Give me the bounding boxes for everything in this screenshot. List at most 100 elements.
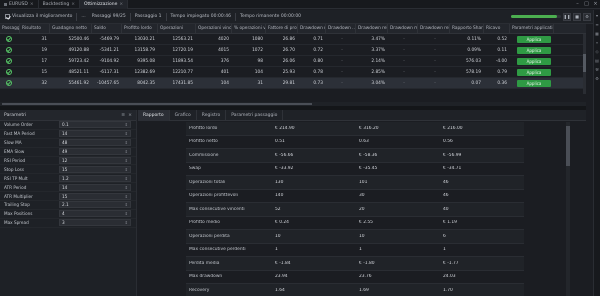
param-value-field[interactable]: 2.1 ⇕	[59, 201, 131, 209]
table-row[interactable]: 31 52500.46 -5469.79 13030.21 12563.21 4…	[0, 34, 586, 45]
report-scrollbar[interactable]	[566, 122, 570, 296]
settings-icon[interactable]: ⚙	[594, 75, 600, 82]
scrollbar-thumb[interactable]	[583, 54, 586, 72]
col-header[interactable]: % operazioni vin...	[232, 24, 266, 33]
apply-button[interactable]: Applica	[517, 79, 551, 87]
tools-icon[interactable]: ⚒	[594, 66, 600, 73]
grid-icon[interactable]: ▤	[594, 57, 600, 64]
spinner-icon[interactable]: ⇕	[125, 122, 128, 127]
spinner-icon[interactable]: ⇕	[125, 131, 128, 136]
close-icon[interactable]: ×	[30, 2, 34, 7]
apply-button[interactable]: Applica	[517, 46, 551, 54]
param-row: ATR Period 14 ⇕	[0, 183, 136, 193]
scrollbar-thumb[interactable]	[2, 103, 312, 105]
apply-cell: Applica	[510, 45, 554, 55]
close-icon[interactable]: ×	[119, 2, 123, 7]
maximize-icon[interactable]: □	[582, 0, 591, 9]
spinner-icon[interactable]: ⇕	[125, 202, 128, 207]
pass-ok-cell	[0, 78, 20, 88]
spinner-icon[interactable]: ⇕	[125, 194, 128, 199]
cell-dd: -	[434, 69, 436, 75]
close-icon[interactable]: ×	[71, 2, 75, 7]
results-header-row: Passaggio Risultato Guadagno netto Saldo…	[0, 24, 586, 34]
col-header[interactable]: Drawdown max...	[388, 24, 418, 33]
cell-trades: 401	[220, 69, 229, 75]
col-header[interactable]: Guadagno netto	[50, 24, 92, 33]
apply-button[interactable]: Applica	[517, 68, 551, 76]
tab-chart[interactable]: Grafico	[170, 109, 197, 121]
col-header[interactable]: Operazioni	[158, 24, 196, 33]
cell-dd: -	[403, 36, 405, 42]
report-row: Max consecutive vincenti 52 20 40	[186, 203, 524, 217]
col-header[interactable]: Operazioni vinc...	[196, 24, 232, 33]
col-header[interactable]: Drawdown ...	[326, 24, 356, 33]
cell-sharpe: 0.79	[497, 69, 507, 75]
param-value-field[interactable]: 48 ⇕	[59, 139, 131, 147]
param-value-field[interactable]: 14 ⇕	[59, 183, 131, 191]
report-value: € -1.84	[275, 260, 291, 266]
param-value-field[interactable]: 14 ⇕	[59, 130, 131, 138]
tab-log[interactable]: Registro	[197, 109, 227, 121]
param-value-field[interactable]: 0.1 ⇕	[59, 121, 131, 129]
param-value-field[interactable]: 49 ⇕	[59, 148, 131, 156]
spinner-icon[interactable]: ⇕	[125, 149, 128, 154]
col-header[interactable]: Drawdown relat...	[356, 24, 388, 33]
spinner-icon[interactable]: ⇕	[125, 167, 128, 172]
col-header[interactable]: Drawdown max	[298, 24, 326, 33]
close-window-icon[interactable]: ×	[591, 0, 600, 9]
scrollbar-thumb[interactable]	[566, 126, 570, 166]
checkbox-icon[interactable]	[5, 14, 10, 19]
col-header[interactable]: Passaggio	[0, 24, 20, 33]
col-header[interactable]: Fattore di profitto	[266, 24, 298, 33]
cell-balance: 9395.08	[137, 58, 155, 64]
tab-backtesting[interactable]: Backtesting ×	[39, 0, 80, 9]
filter-icon[interactable]: ▿	[594, 39, 600, 46]
col-header[interactable]: Rapporto Sharpe	[450, 24, 484, 33]
spinner-icon[interactable]: ⇕	[125, 158, 128, 163]
toolbar-item-filter[interactable]: ...	[78, 14, 88, 19]
close-icon[interactable]: ×	[128, 113, 132, 118]
spinner-icon[interactable]: ⇕	[125, 185, 128, 190]
chart-icon[interactable]: ▦	[594, 30, 600, 37]
minimize-icon[interactable]: –	[573, 0, 582, 9]
col-header[interactable]: Parametri applicati	[510, 24, 554, 33]
report-value: € 1.19	[443, 220, 457, 226]
tab-optimization[interactable]: Ottimizzazione ×	[79, 0, 129, 9]
table-row[interactable]: 15 48521.11 -6117.31 12382.69 12210.77 4…	[0, 67, 586, 78]
col-header[interactable]: Saldo	[92, 24, 122, 33]
menu-icon[interactable]: ≡	[121, 113, 125, 118]
tab-report[interactable]: Rapporto	[138, 109, 170, 121]
show-improvement-toggle[interactable]: Visualizza il miglioramento	[2, 14, 75, 19]
report-value: € -58.36	[359, 152, 378, 158]
results-vertical-scrollbar[interactable]	[583, 34, 586, 94]
tab-pass-params[interactable]: Parametri passaggio	[226, 109, 284, 121]
pin-icon[interactable]: ▾	[594, 12, 600, 19]
param-value-field[interactable]: 4 ⇕	[59, 210, 131, 218]
expand-icon[interactable]: ◇	[594, 48, 600, 55]
spinner-icon[interactable]: ⇕	[125, 140, 128, 145]
report-value: 46	[443, 179, 449, 185]
tab-symbol[interactable]: ЕURUSD ×	[0, 0, 39, 9]
col-header[interactable]: Profitto lordo	[122, 24, 158, 33]
param-value-field[interactable]: 12 ⇕	[59, 157, 131, 164]
apply-button[interactable]: Applica	[517, 57, 551, 65]
col-header[interactable]: Risultato	[20, 24, 50, 33]
list-icon[interactable]: ≡	[594, 21, 600, 28]
spinner-icon[interactable]: ⇕	[125, 211, 128, 216]
spinner-icon[interactable]: ⇕	[125, 220, 128, 225]
apply-button[interactable]: Applica	[517, 35, 551, 43]
settings-button[interactable]: ⚙	[583, 12, 591, 21]
param-value-field[interactable]: 3 ⇕	[59, 219, 131, 227]
param-value-field[interactable]: 1.2 ⇕	[59, 174, 131, 182]
col-header[interactable]: Drawdown rel...	[418, 24, 450, 33]
stop-button[interactable]: ■	[573, 12, 581, 21]
report-label: Max consecutive perdenti	[189, 247, 246, 253]
table-row[interactable]: 19 49120.88 -5341.21 13158.79 12720.19 4…	[0, 45, 586, 56]
param-value-field[interactable]: 15 ⇕	[59, 165, 131, 173]
pause-button[interactable]: ❚❚	[563, 12, 571, 21]
table-row[interactable]: 17 59723.42 -9104.92 9395.08 11893.54 37…	[0, 56, 586, 67]
spinner-icon[interactable]: ⇕	[125, 176, 128, 181]
table-row-selected[interactable]: 32 55461.92 -10457.65 8042.35 17431.85 1…	[0, 78, 586, 89]
param-value-field[interactable]: 15 ⇕	[59, 192, 131, 200]
col-header[interactable]: Ricavo	[484, 24, 510, 33]
